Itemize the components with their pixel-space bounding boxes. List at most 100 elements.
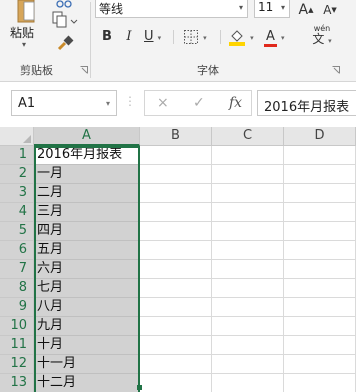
row-header[interactable]: 1	[0, 146, 34, 165]
cell-b[interactable]	[140, 355, 212, 374]
phonetic-button[interactable]: wén 文 ▾	[304, 23, 340, 49]
cell-a[interactable]: 二月	[34, 184, 140, 203]
chevron-down-icon[interactable]: ▾	[106, 99, 110, 108]
cell-c[interactable]	[212, 298, 284, 317]
cell-c[interactable]	[212, 374, 284, 392]
cell-c[interactable]	[212, 355, 284, 374]
cell-a[interactable]: 五月	[34, 241, 140, 260]
row-header[interactable]: 5	[0, 222, 34, 241]
cell-a[interactable]: 八月	[34, 298, 140, 317]
cell-d[interactable]	[284, 336, 356, 355]
column-header-a[interactable]: A	[34, 127, 140, 146]
cell-a[interactable]: 十一月	[34, 355, 140, 374]
chevron-down-icon[interactable]: ▾	[281, 3, 285, 12]
fill-color-button[interactable]: ▾	[228, 27, 258, 47]
shrink-font-button[interactable]: A▼	[320, 0, 340, 20]
cell-c[interactable]	[212, 222, 284, 241]
cancel-icon[interactable]: ×	[157, 95, 169, 111]
bold-button[interactable]: B	[100, 27, 114, 47]
cell-a[interactable]: 四月	[34, 222, 140, 241]
cell-a[interactable]: 一月	[34, 165, 140, 184]
formula-bar-grip-icon[interactable]: ⋮	[124, 94, 136, 108]
underline-button[interactable]: U ▾	[144, 27, 168, 47]
cell-c[interactable]	[212, 241, 284, 260]
cell-d[interactable]	[284, 317, 356, 336]
cell-b[interactable]	[140, 241, 212, 260]
cell-a[interactable]: 2016年月报表	[34, 146, 140, 165]
font-launcher-icon[interactable]	[332, 66, 340, 74]
row-header[interactable]: 11	[0, 336, 34, 355]
grow-font-button[interactable]: A▲	[296, 0, 316, 20]
chevron-down-icon[interactable]: ▾	[239, 3, 243, 12]
paste-button[interactable]: 粘贴 ▾	[4, 0, 44, 56]
chevron-down-icon[interactable]: ▾	[328, 37, 332, 45]
cell-b[interactable]	[140, 279, 212, 298]
format-painter-icon[interactable]	[56, 34, 74, 52]
cell-c[interactable]	[212, 317, 284, 336]
cell-b[interactable]	[140, 203, 212, 222]
cell-d[interactable]	[284, 165, 356, 184]
cell-d[interactable]	[284, 241, 356, 260]
copy-icon[interactable]	[52, 10, 78, 30]
cell-b[interactable]	[140, 317, 212, 336]
column-header-b[interactable]: B	[140, 127, 212, 146]
formula-input[interactable]: 2016年月报表	[257, 90, 356, 116]
cell-b[interactable]	[140, 260, 212, 279]
cell-a[interactable]: 三月	[34, 203, 140, 222]
row-header[interactable]: 7	[0, 260, 34, 279]
borders-button[interactable]: ▾	[183, 27, 217, 47]
cell-c[interactable]	[212, 336, 284, 355]
cell-d[interactable]	[284, 184, 356, 203]
row-header[interactable]: 8	[0, 279, 34, 298]
cell-c[interactable]	[212, 146, 284, 165]
cell-d[interactable]	[284, 279, 356, 298]
cell-b[interactable]	[140, 222, 212, 241]
cell-c[interactable]	[212, 184, 284, 203]
cut-icon[interactable]	[55, 0, 73, 10]
row-header[interactable]: 12	[0, 355, 34, 374]
chevron-down-icon[interactable]: ▾	[250, 34, 254, 42]
clipboard-launcher-icon[interactable]	[80, 66, 88, 74]
cell-c[interactable]	[212, 165, 284, 184]
row-header[interactable]: 13	[0, 374, 34, 392]
font-name-combo[interactable]: 等线 ▾	[95, 0, 248, 18]
cell-c[interactable]	[212, 260, 284, 279]
italic-button[interactable]: I	[122, 27, 136, 47]
cell-d[interactable]	[284, 260, 356, 279]
font-color-button[interactable]: A ▾	[264, 27, 294, 47]
cell-a[interactable]: 七月	[34, 279, 140, 298]
cell-b[interactable]	[140, 146, 212, 165]
paste-dropdown-icon[interactable]: ▾	[22, 40, 26, 49]
row-header[interactable]: 3	[0, 184, 34, 203]
cell-c[interactable]	[212, 203, 284, 222]
cell-d[interactable]	[284, 374, 356, 392]
row-header[interactable]: 9	[0, 298, 34, 317]
select-all-button[interactable]	[0, 127, 34, 146]
column-header-c[interactable]: C	[212, 127, 284, 146]
cell-c[interactable]	[212, 279, 284, 298]
cell-a[interactable]: 十月	[34, 336, 140, 355]
cell-b[interactable]	[140, 165, 212, 184]
fill-handle[interactable]	[137, 385, 142, 390]
row-header[interactable]: 6	[0, 241, 34, 260]
cell-d[interactable]	[284, 355, 356, 374]
chevron-down-icon[interactable]: ▾	[158, 34, 162, 42]
enter-icon[interactable]: ✓	[193, 95, 205, 111]
cell-a[interactable]: 九月	[34, 317, 140, 336]
font-size-combo[interactable]: 11 ▾	[254, 0, 290, 18]
row-header[interactable]: 10	[0, 317, 34, 336]
cell-d[interactable]	[284, 222, 356, 241]
chevron-down-icon[interactable]: ▾	[281, 34, 285, 42]
cell-b[interactable]	[140, 374, 212, 392]
chevron-down-icon[interactable]: ▾	[203, 34, 207, 42]
row-header[interactable]: 4	[0, 203, 34, 222]
cell-b[interactable]	[140, 184, 212, 203]
insert-function-button[interactable]: fx	[229, 95, 242, 111]
cell-a[interactable]: 十二月	[34, 374, 140, 392]
cell-d[interactable]	[284, 203, 356, 222]
column-header-d[interactable]: D	[284, 127, 356, 146]
cell-b[interactable]	[140, 336, 212, 355]
cell-d[interactable]	[284, 298, 356, 317]
cell-a[interactable]: 六月	[34, 260, 140, 279]
row-header[interactable]: 2	[0, 165, 34, 184]
